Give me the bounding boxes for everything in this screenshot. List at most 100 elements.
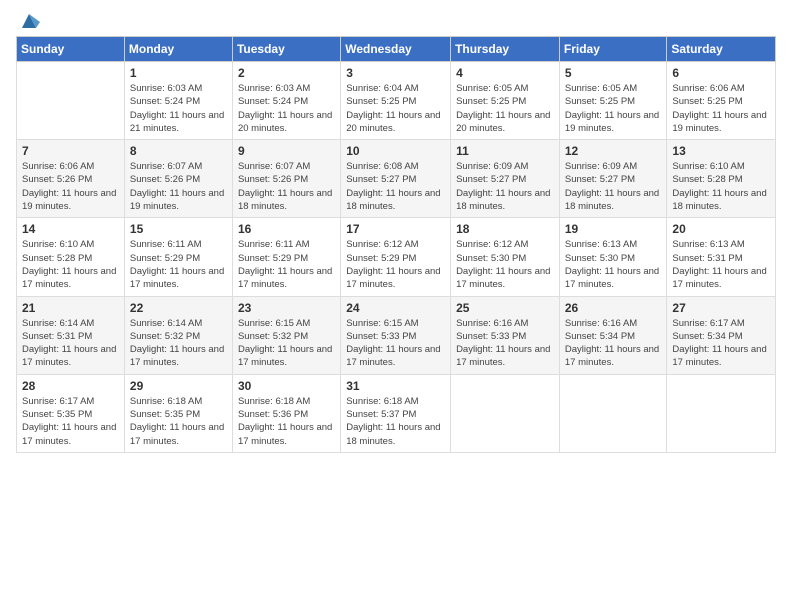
- day-number: 3: [346, 66, 445, 80]
- day-cell: 16Sunrise: 6:11 AMSunset: 5:29 PMDayligh…: [232, 218, 340, 296]
- day-number: 7: [22, 144, 119, 158]
- day-cell: 26 Sunrise: 6:16 AMSunset: 5:34 PMDayligh…: [559, 296, 667, 374]
- weekday-header-row: SundayMondayTuesdayWednesdayThursdayFrid…: [17, 37, 776, 62]
- day-info: Sunrise: 6:13 AMSunset: 5:31 PMDaylight:…: [672, 238, 770, 291]
- day-cell: 10 Sunrise: 6:08 AMSunset: 5:27 PMDayligh…: [341, 140, 451, 218]
- day-cell: 2Sunrise: 6:03 AMSunset: 5:24 PMDaylight…: [232, 62, 340, 140]
- day-info: Sunrise: 6:11 AMSunset: 5:29 PMDaylight:…: [238, 238, 335, 291]
- week-row-5: 28Sunrise: 6:17 AMSunset: 5:35 PMDayligh…: [17, 374, 776, 452]
- day-number: 21: [22, 301, 119, 315]
- day-number: 11: [456, 144, 554, 158]
- logo-icon: [18, 10, 40, 32]
- day-cell: 12 Sunrise: 6:09 AMSunset: 5:27 PMDayligh…: [559, 140, 667, 218]
- day-cell: 7Sunrise: 6:06 AMSunset: 5:26 PMDaylight…: [17, 140, 125, 218]
- day-cell: 28Sunrise: 6:17 AMSunset: 5:35 PMDayligh…: [17, 374, 125, 452]
- weekday-monday: Monday: [124, 37, 232, 62]
- day-number: 1: [130, 66, 227, 80]
- day-number: 24: [346, 301, 445, 315]
- weekday-wednesday: Wednesday: [341, 37, 451, 62]
- day-info: Sunrise: 6:07 AMSunset: 5:26 PMDaylight:…: [130, 160, 227, 213]
- day-number: 6: [672, 66, 770, 80]
- day-info: Sunrise: 6:18 AMSunset: 5:36 PMDaylight:…: [238, 395, 335, 448]
- day-info: Sunrise: 6:15 AMSunset: 5:32 PMDaylight:…: [238, 317, 335, 370]
- day-number: 8: [130, 144, 227, 158]
- day-cell: 21 Sunrise: 6:14 AMSunset: 5:31 PMDayligh…: [17, 296, 125, 374]
- day-info: Sunrise: 6:04 AMSunset: 5:25 PMDaylight:…: [346, 82, 445, 135]
- day-cell: 18 Sunrise: 6:12 AMSunset: 5:30 PMDayligh…: [451, 218, 560, 296]
- day-info: Sunrise: 6:14 AMSunset: 5:32 PMDaylight:…: [130, 317, 227, 370]
- day-cell: 8 Sunrise: 6:07 AMSunset: 5:26 PMDaylight…: [124, 140, 232, 218]
- header: [16, 12, 776, 28]
- logo: [16, 12, 40, 28]
- page-container: SundayMondayTuesdayWednesdayThursdayFrid…: [0, 0, 792, 461]
- day-number: 14: [22, 222, 119, 236]
- day-cell: [559, 374, 667, 452]
- day-cell: [667, 374, 776, 452]
- week-row-3: 14 Sunrise: 6:10 AMSunset: 5:28 PMDayligh…: [17, 218, 776, 296]
- weekday-saturday: Saturday: [667, 37, 776, 62]
- day-cell: 20 Sunrise: 6:13 AMSunset: 5:31 PMDayligh…: [667, 218, 776, 296]
- day-cell: 4 Sunrise: 6:05 AMSunset: 5:25 PMDaylight…: [451, 62, 560, 140]
- day-info: Sunrise: 6:18 AMSunset: 5:35 PMDaylight:…: [130, 395, 227, 448]
- day-number: 30: [238, 379, 335, 393]
- day-cell: 24 Sunrise: 6:15 AMSunset: 5:33 PMDayligh…: [341, 296, 451, 374]
- day-info: Sunrise: 6:05 AMSunset: 5:25 PMDaylight:…: [565, 82, 662, 135]
- day-info: Sunrise: 6:16 AMSunset: 5:34 PMDaylight:…: [565, 317, 662, 370]
- day-cell: 9 Sunrise: 6:07 AMSunset: 5:26 PMDaylight…: [232, 140, 340, 218]
- weekday-friday: Friday: [559, 37, 667, 62]
- day-info: Sunrise: 6:12 AMSunset: 5:29 PMDaylight:…: [346, 238, 445, 291]
- week-row-4: 21 Sunrise: 6:14 AMSunset: 5:31 PMDayligh…: [17, 296, 776, 374]
- day-cell: 25 Sunrise: 6:16 AMSunset: 5:33 PMDayligh…: [451, 296, 560, 374]
- day-cell: 27Sunrise: 6:17 AMSunset: 5:34 PMDayligh…: [667, 296, 776, 374]
- day-info: Sunrise: 6:16 AMSunset: 5:33 PMDaylight:…: [456, 317, 554, 370]
- day-cell: 11Sunrise: 6:09 AMSunset: 5:27 PMDayligh…: [451, 140, 560, 218]
- day-info: Sunrise: 6:14 AMSunset: 5:31 PMDaylight:…: [22, 317, 119, 370]
- day-info: Sunrise: 6:17 AMSunset: 5:34 PMDaylight:…: [672, 317, 770, 370]
- day-number: 13: [672, 144, 770, 158]
- day-number: 31: [346, 379, 445, 393]
- day-cell: 23Sunrise: 6:15 AMSunset: 5:32 PMDayligh…: [232, 296, 340, 374]
- calendar: SundayMondayTuesdayWednesdayThursdayFrid…: [16, 36, 776, 453]
- day-cell: 3 Sunrise: 6:04 AMSunset: 5:25 PMDaylight…: [341, 62, 451, 140]
- weekday-tuesday: Tuesday: [232, 37, 340, 62]
- day-number: 25: [456, 301, 554, 315]
- day-number: 5: [565, 66, 662, 80]
- day-cell: 30 Sunrise: 6:18 AMSunset: 5:36 PMDayligh…: [232, 374, 340, 452]
- day-info: Sunrise: 6:08 AMSunset: 5:27 PMDaylight:…: [346, 160, 445, 213]
- day-info: Sunrise: 6:12 AMSunset: 5:30 PMDaylight:…: [456, 238, 554, 291]
- day-number: 20: [672, 222, 770, 236]
- day-info: Sunrise: 6:10 AMSunset: 5:28 PMDaylight:…: [672, 160, 770, 213]
- day-info: Sunrise: 6:11 AMSunset: 5:29 PMDaylight:…: [130, 238, 227, 291]
- day-info: Sunrise: 6:05 AMSunset: 5:25 PMDaylight:…: [456, 82, 554, 135]
- day-number: 9: [238, 144, 335, 158]
- day-cell: 5 Sunrise: 6:05 AMSunset: 5:25 PMDaylight…: [559, 62, 667, 140]
- day-number: 18: [456, 222, 554, 236]
- day-number: 10: [346, 144, 445, 158]
- day-cell: 19Sunrise: 6:13 AMSunset: 5:30 PMDayligh…: [559, 218, 667, 296]
- week-row-1: 1 Sunrise: 6:03 AMSunset: 5:24 PMDaylight…: [17, 62, 776, 140]
- weekday-sunday: Sunday: [17, 37, 125, 62]
- day-number: 28: [22, 379, 119, 393]
- day-cell: [451, 374, 560, 452]
- day-number: 4: [456, 66, 554, 80]
- day-info: Sunrise: 6:09 AMSunset: 5:27 PMDaylight:…: [565, 160, 662, 213]
- weekday-thursday: Thursday: [451, 37, 560, 62]
- day-cell: [17, 62, 125, 140]
- day-info: Sunrise: 6:03 AMSunset: 5:24 PMDaylight:…: [238, 82, 335, 135]
- day-cell: 13 Sunrise: 6:10 AMSunset: 5:28 PMDayligh…: [667, 140, 776, 218]
- day-info: Sunrise: 6:15 AMSunset: 5:33 PMDaylight:…: [346, 317, 445, 370]
- day-info: Sunrise: 6:06 AMSunset: 5:25 PMDaylight:…: [672, 82, 770, 135]
- day-info: Sunrise: 6:07 AMSunset: 5:26 PMDaylight:…: [238, 160, 335, 213]
- day-cell: 29Sunrise: 6:18 AMSunset: 5:35 PMDayligh…: [124, 374, 232, 452]
- day-cell: 22 Sunrise: 6:14 AMSunset: 5:32 PMDayligh…: [124, 296, 232, 374]
- day-info: Sunrise: 6:10 AMSunset: 5:28 PMDaylight:…: [22, 238, 119, 291]
- day-number: 12: [565, 144, 662, 158]
- day-number: 17: [346, 222, 445, 236]
- day-info: Sunrise: 6:13 AMSunset: 5:30 PMDaylight:…: [565, 238, 662, 291]
- day-number: 26: [565, 301, 662, 315]
- week-row-2: 7Sunrise: 6:06 AMSunset: 5:26 PMDaylight…: [17, 140, 776, 218]
- day-info: Sunrise: 6:18 AMSunset: 5:37 PMDaylight:…: [346, 395, 445, 448]
- day-number: 22: [130, 301, 227, 315]
- day-info: Sunrise: 6:03 AMSunset: 5:24 PMDaylight:…: [130, 82, 227, 135]
- day-cell: 31 Sunrise: 6:18 AMSunset: 5:37 PMDayligh…: [341, 374, 451, 452]
